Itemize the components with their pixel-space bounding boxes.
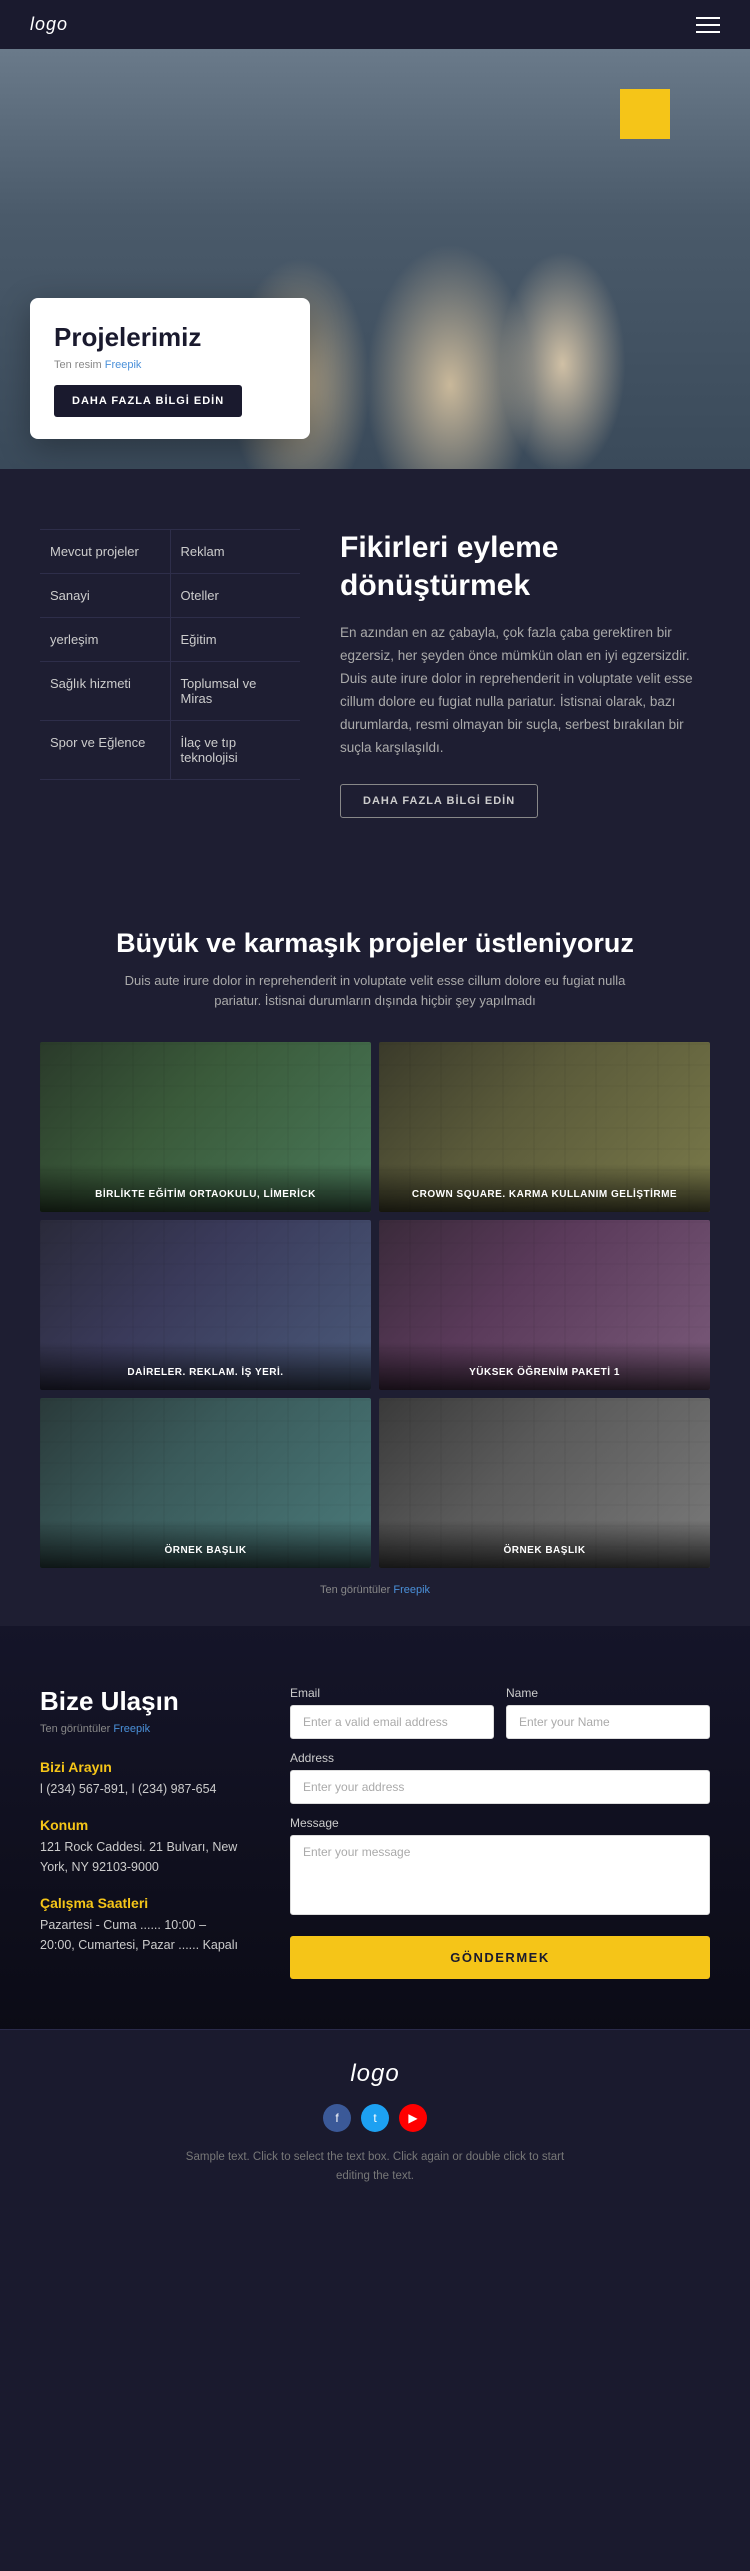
category-item[interactable]: Spor ve Eğlence — [40, 721, 171, 779]
email-label: Email — [290, 1686, 494, 1700]
hero-card-title: Projelerimiz — [54, 322, 282, 353]
footer-logo: logo — [40, 2060, 710, 2088]
contact-hours-label: Çalışma Saatleri — [40, 1895, 240, 1911]
contact-freepik-ref: Ten görüntüler Freepik — [40, 1723, 240, 1735]
message-textarea[interactable] — [290, 1835, 710, 1915]
hamburger-menu[interactable] — [696, 17, 720, 33]
category-item[interactable]: Mevcut projeler — [40, 530, 171, 573]
footer-socials: f t ▶ — [40, 2104, 710, 2132]
footer-sample-text: Sample text. Click to select the text bo… — [175, 2148, 575, 2185]
facebook-icon[interactable]: f — [323, 2104, 351, 2132]
email-input[interactable] — [290, 1705, 494, 1739]
contact-hours-value: Pazartesi - Cuma ...... 10:00 – 20:00, C… — [40, 1915, 240, 1955]
footer: logo f t ▶ Sample text. Click to select … — [0, 2029, 750, 2205]
hero-yellow-corner-accent — [620, 89, 670, 139]
contact-info: Bize Ulaşın Ten görüntüler Freepik Bizi … — [40, 1686, 240, 1979]
contact-address-value: 121 Rock Caddesi. 21 Bulvarı, New York, … — [40, 1837, 240, 1877]
project-card[interactable]: BİRLİKTE EĞİTİM ORTAOKULU, LİMERİCK — [40, 1042, 371, 1212]
contact-freepik-link[interactable]: Freepik — [113, 1723, 150, 1735]
form-row-email-name: Email Name — [290, 1686, 710, 1739]
youtube-icon[interactable]: ▶ — [399, 2104, 427, 2132]
contact-title: Bize Ulaşın — [40, 1686, 240, 1717]
twitter-icon[interactable]: t — [361, 2104, 389, 2132]
project-label: DAİRELER. REKLAM. İŞ YERİ. — [40, 1342, 371, 1390]
ideas-title: Fikirleri eyleme dönüştürmek — [340, 529, 710, 604]
ideas-learn-more-button[interactable]: DAHA FAZLA BİLGİ EDİN — [340, 784, 538, 818]
projects-freepik-credit: Ten görüntüler Freepik — [40, 1584, 710, 1596]
contact-phone-label: Bizi Arayın — [40, 1759, 240, 1775]
form-group-name: Name — [506, 1686, 710, 1739]
contact-section: Bize Ulaşın Ten görüntüler Freepik Bizi … — [0, 1626, 750, 2029]
ideas-section: Fikirleri eyleme dönüştürmek En azından … — [340, 529, 710, 818]
project-card[interactable]: ÖRNEK BAŞLIK — [379, 1398, 710, 1568]
project-card[interactable]: CROWN SQUARE. KARMA KULLANIM GELİŞTİRME — [379, 1042, 710, 1212]
projects-title: Büyük ve karmaşık projeler üstleniyoruz — [40, 928, 710, 959]
contact-phone-value: l (234) 567-891, l (234) 987-654 — [40, 1779, 240, 1799]
form-group-address: Address — [290, 1751, 710, 1804]
category-item[interactable]: Reklam — [171, 530, 301, 573]
ideas-body: En azından en az çabayla, çok fazla çaba… — [340, 622, 710, 760]
projects-freepik-link[interactable]: Freepik — [393, 1584, 430, 1596]
submit-button[interactable]: GÖNDERMEK — [290, 1936, 710, 1979]
nav-logo[interactable]: logo — [30, 14, 68, 35]
category-item[interactable]: Eğitim — [171, 618, 301, 661]
category-item[interactable]: yerleşim — [40, 618, 171, 661]
navbar: logo — [0, 0, 750, 49]
hero-card: Projelerimiz Ten resim Freepik DAHA FAZL… — [30, 298, 310, 439]
contact-form: Email Name Address Message GÖNDERMEK — [290, 1686, 710, 1979]
message-label: Message — [290, 1816, 710, 1830]
hero-learn-more-button[interactable]: DAHA FAZLA BİLGİ EDİN — [54, 385, 242, 417]
form-group-message: Message — [290, 1816, 710, 1920]
hero-freepik-credit: Ten resim Freepik — [54, 359, 282, 371]
contact-inner: Bize Ulaşın Ten görüntüler Freepik Bizi … — [40, 1686, 710, 1979]
project-card[interactable]: ÖRNEK BAŞLIK — [40, 1398, 371, 1568]
project-card[interactable]: YÜKSEK ÖĞRENİM PAKETİ 1 — [379, 1220, 710, 1390]
address-input[interactable] — [290, 1770, 710, 1804]
projects-subtitle: Duis aute irure dolor in reprehenderit i… — [115, 971, 635, 1013]
category-item[interactable]: Oteller — [171, 574, 301, 617]
projects-section: Büyük ve karmaşık projeler üstleniyoruz … — [0, 878, 750, 1627]
project-label: YÜKSEK ÖĞRENİM PAKETİ 1 — [379, 1342, 710, 1390]
hero-section: Projelerimiz Ten resim Freepik DAHA FAZL… — [0, 49, 750, 469]
project-card[interactable]: DAİRELER. REKLAM. İŞ YERİ. — [40, 1220, 371, 1390]
hero-freepik-link[interactable]: Freepik — [105, 359, 142, 371]
categories-section: Mevcut projelerReklamSanayiOtelleryerleş… — [0, 469, 750, 878]
category-item[interactable]: Sağlık hizmeti — [40, 662, 171, 720]
project-label: BİRLİKTE EĞİTİM ORTAOKULU, LİMERİCK — [40, 1164, 371, 1212]
address-label: Address — [290, 1751, 710, 1765]
category-item[interactable]: Sanayi — [40, 574, 171, 617]
name-input[interactable] — [506, 1705, 710, 1739]
contact-location-label: Konum — [40, 1817, 240, 1833]
project-label: ÖRNEK BAŞLIK — [40, 1520, 371, 1568]
form-group-email: Email — [290, 1686, 494, 1739]
projects-grid: BİRLİKTE EĞİTİM ORTAOKULU, LİMERİCKCROWN… — [40, 1042, 710, 1568]
project-label: CROWN SQUARE. KARMA KULLANIM GELİŞTİRME — [379, 1164, 710, 1212]
categories-grid: Mevcut projelerReklamSanayiOtelleryerleş… — [40, 529, 300, 818]
category-item[interactable]: İlaç ve tıp teknolojisi — [171, 721, 301, 779]
project-label: ÖRNEK BAŞLIK — [379, 1520, 710, 1568]
name-label: Name — [506, 1686, 710, 1700]
category-item[interactable]: Toplumsal ve Miras — [171, 662, 301, 720]
